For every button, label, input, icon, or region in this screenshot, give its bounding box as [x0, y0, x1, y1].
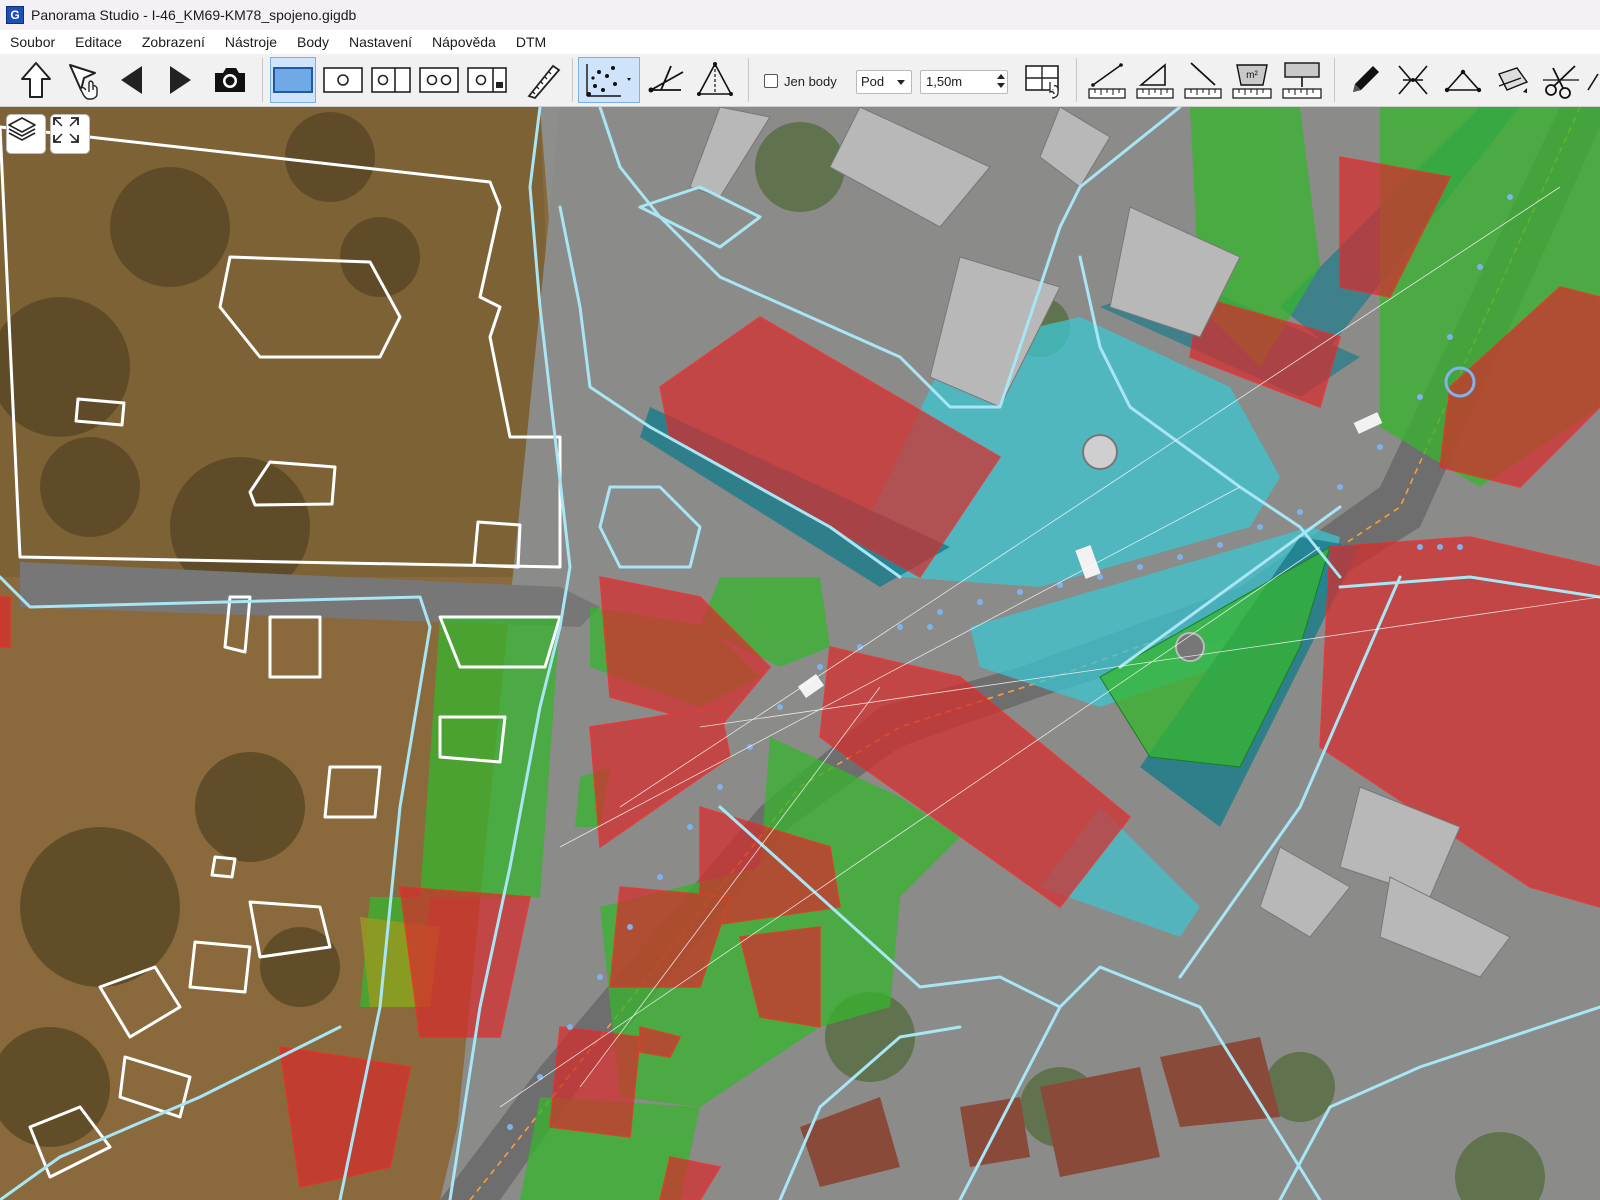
checkbox-box[interactable]	[764, 74, 778, 88]
menu-zobrazeni[interactable]: Zobrazení	[132, 30, 215, 54]
fullscreen-icon	[53, 117, 79, 143]
height-measure-icon[interactable]	[1132, 57, 1178, 103]
grid-view-icon[interactable]	[1020, 57, 1068, 103]
menu-editace[interactable]: Editace	[65, 30, 132, 54]
distance-measure-icon[interactable]	[1084, 57, 1130, 103]
menu-body[interactable]: Body	[287, 30, 339, 54]
slope-measure-icon[interactable]	[1180, 57, 1226, 103]
triangle-measure-icon[interactable]	[692, 57, 738, 103]
offset-spinbox[interactable]: 1,50m	[920, 70, 1008, 94]
view-single-icon[interactable]	[270, 57, 316, 103]
polygon-edit-icon[interactable]	[1440, 57, 1486, 103]
title-bar: G Panorama Studio - I-46_KM69-KM78_spoje…	[0, 0, 1600, 30]
transform-shape-icon[interactable]	[1490, 57, 1536, 103]
scissors-icon[interactable]	[1538, 57, 1584, 103]
map-canvas[interactable]	[0, 107, 1600, 1200]
app-icon: G	[6, 6, 24, 24]
points-only-label: Jen body	[784, 73, 837, 89]
select-cursor-icon[interactable]	[62, 57, 106, 103]
spin-down-icon[interactable]	[997, 83, 1005, 88]
view-dual-panorama-icon[interactable]	[416, 57, 462, 103]
layer-select[interactable]: Pod	[856, 70, 912, 94]
points-only-checkbox[interactable]: Jen body	[764, 70, 837, 92]
offset-value: 1,50m	[926, 74, 963, 89]
menu-nastaveni[interactable]: Nastavení	[339, 30, 422, 54]
window-title: Panorama Studio - I-46_KM69-KM78_spojeno…	[31, 7, 357, 23]
toolbar-overflow-icon[interactable]	[1586, 57, 1600, 103]
measure-saw-icon[interactable]	[520, 57, 566, 103]
previous-icon[interactable]	[112, 57, 152, 103]
map-view[interactable]	[0, 107, 1600, 1200]
area-unit-text: m²	[1246, 70, 1258, 81]
layer-select-value: Pod	[861, 74, 885, 89]
point-cloud-tool-icon[interactable]	[578, 57, 640, 103]
menu-soubor[interactable]: Soubor	[0, 30, 65, 54]
area-measure-icon[interactable]: m²	[1228, 57, 1276, 103]
camera-icon[interactable]	[208, 57, 252, 103]
layers-icon	[8, 117, 36, 141]
view-panorama-map-icon[interactable]	[368, 57, 414, 103]
menu-bar: Soubor Editace Zobrazení Nástroje Body N…	[0, 30, 1600, 54]
menu-napoveda[interactable]: Nápověda	[422, 30, 506, 54]
snap-point-icon[interactable]	[1390, 57, 1436, 103]
fullscreen-button[interactable]	[50, 114, 90, 154]
up-arrow-icon[interactable]	[14, 57, 58, 103]
profile-measure-icon[interactable]	[1278, 57, 1326, 103]
chevron-down-icon	[897, 80, 905, 85]
angle-measure-icon[interactable]	[644, 57, 690, 103]
pencil-icon[interactable]	[1342, 57, 1388, 103]
toolbar: Jen body Pod 1,50m m²	[0, 54, 1600, 107]
layers-button[interactable]	[6, 114, 46, 154]
menu-dtm[interactable]: DTM	[506, 30, 556, 54]
menu-nastroje[interactable]: Nástroje	[215, 30, 287, 54]
view-panorama-info-icon[interactable]	[464, 57, 510, 103]
view-panorama-icon[interactable]	[320, 57, 366, 103]
spin-up-icon[interactable]	[997, 74, 1005, 79]
next-icon[interactable]	[160, 57, 200, 103]
